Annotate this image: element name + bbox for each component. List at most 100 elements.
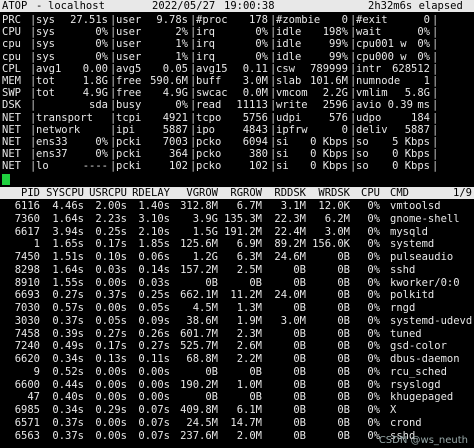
process-cell: 6600 [14,378,40,391]
process-row[interactable]: 6116 4.46s 2.00s 1.40s 312.8M 6.7M 3.1M 12.0K 0%… [0,200,474,212]
elapsed-text: 2h32m6s elapsed [368,0,463,12]
metric-key: idle [276,38,302,51]
process-cell: 0B [337,251,350,263]
process-row[interactable]: 6620 0.34s 0.13s 0.11s 68.8M 2.2M 0B 0B 0% dbus-d… [0,353,474,365]
process-cell: 0% [367,416,380,429]
process-cell: 0.37s [52,429,84,442]
process-row[interactable]: 1 1.65s 0.17s 1.85s 125.6M 6.9M 89.2M 156.0K 0% s… [0,238,474,250]
column-separator: | [432,148,439,161]
process-cell: 0B [293,391,306,404]
metric-value: 1.8G [82,75,108,87]
process-row[interactable]: 6985 0.34s 0.29s 0.07s 409.8M 6.1M 0B 0B 0% X [0,404,474,416]
column-header-rddsk[interactable]: RDDSK [274,187,306,199]
process-row[interactable]: 7458 0.39s 0.27s 0.26s 601.7M 2.3M 0B 0B 0% tuned [0,328,474,340]
process-row[interactable]: 7240 0.49s 0.17s 0.27s 525.7M 2.6M 0B 0B 0% gsd-c… [0,340,474,352]
date-text: 2022/05/27 [152,0,216,12]
metric-value: 0 Kbps [392,148,430,161]
column-separator: | [432,160,439,173]
process-command: rngd [390,302,416,314]
metric-value: 590.6M [150,75,188,87]
process-command: systemd [390,238,435,251]
process-cell: 0B [293,365,306,378]
column-header-vgrow[interactable]: VGROW [186,187,218,199]
metric-key: #proc [196,14,228,26]
metric-value: 4.9G [82,87,108,100]
metric-key: write [276,99,308,112]
process-row[interactable]: 6617 3.94s 0.25s 2.10s 1.5G 191.2M 22.4M 3.0M 0%… [0,226,474,238]
process-cell: 0.17s [95,238,127,251]
column-header-rgrow[interactable]: RGROW [230,187,262,199]
process-row[interactable]: 8910 1.55s 0.00s 0.03s 0B 0B 0B 0B 0% kworker/0:0 [0,277,474,289]
process-row[interactable]: 7360 1.64s 2.23s 3.10s 3.9G 135.3M 22.3M 6.2M 0%… [0,213,474,225]
process-cell: 6620 [14,353,40,365]
metric-value: 0% [95,136,108,148]
column-header-wrdsk[interactable]: WRDSK [318,187,350,199]
process-cell: 156.0K [312,238,350,251]
process-cell: 1.3M [236,302,262,314]
process-row[interactable]: 6571 0.37s 0.00s 0.07s 24.5M 14.7M 0B 0B 0% crond [0,417,474,429]
process-cell: 12.0K [318,200,350,212]
metric-value: 99% [329,38,348,51]
metric-key: so [356,136,369,148]
metric-key: vmlim [356,87,388,100]
metric-value: 5887 [162,123,188,136]
metric-key: #exit [356,14,388,26]
metric-key: #zombie [276,14,321,26]
metric-key: free [116,75,142,87]
process-row[interactable]: 7030 0.57s 0.00s 0.05s 4.5M 1.3M 0B 0B 0% rngd [0,302,474,314]
process-cell: 6116 [14,200,40,212]
process-row[interactable]: 3030 0.37s 0.05s 0.09s 38.6M 1.9M 3.0M 0B 0% syst… [0,315,474,327]
metric-value: 3.0M [242,75,268,87]
process-row[interactable]: 9 0.52s 0.00s 0.00s 0B 0B 0B 0B 0% rcu_sched [0,366,474,378]
process-row[interactable]: 47 0.40s 0.00s 0.00s 0B 0B 0B 0B 0% khugepaged [0,391,474,403]
metric-value: 0% [417,38,430,51]
process-cell: 0% [367,251,380,263]
sysrow-label: NET [2,123,21,136]
column-header-syscpu[interactable]: SYSCPU [46,187,84,199]
metric-key: irq [196,50,215,63]
process-row[interactable]: 6600 0.44s 0.00s 0.00s 190.2M 1.0M 0B 0B 0% rsysl… [0,379,474,391]
process-cell: 0% [367,391,380,404]
metric-key: user [116,14,142,26]
process-cell: 0.57s [52,302,84,314]
column-header-cpu[interactable]: CPU [361,187,380,199]
process-cell: 0B [337,404,350,416]
host-name: localhost [48,0,105,12]
process-cell: 0.34s [52,353,84,365]
process-row[interactable]: 7450 1.51s 0.10s 0.06s 1.2G 6.3M 24.6M 0B 0% puls… [0,251,474,263]
process-cell: 38.6M [186,314,218,327]
metric-key: si [276,136,289,148]
metric-value: 5 Kbps [392,136,430,148]
column-header-usrcpu[interactable]: USRCPU [89,187,127,199]
metric-value: 102 [249,160,268,173]
process-cell: 0% [367,404,380,416]
process-cell: 0% [367,225,380,238]
sysrow-label: PRC [2,14,21,26]
metric-value: 0 Kbps [392,160,430,173]
process-cell: 6563 [14,429,40,442]
process-cell: 0.40s [52,391,84,404]
process-cell: 2.0M [236,429,262,442]
metric-key: ipfrw [276,123,308,136]
metric-value: 0 [341,123,348,136]
app-name: ATOP [2,0,28,12]
process-cell: 0B [337,340,350,353]
process-row[interactable]: 8298 1.64s 0.03s 0.14s 157.2M 2.5M 0B 0B 0% sshd [0,264,474,276]
process-cell: 662.1M [180,289,218,302]
metric-value: 380 [249,148,268,161]
column-header-cmd[interactable]: CMD [390,187,409,199]
metric-value: 0% [255,26,268,39]
metric-key: avio 0.39 [356,99,413,112]
column-header-pid[interactable]: PID [21,187,40,199]
column-header-rdelay[interactable]: RDELAY [132,187,170,199]
process-cell: 2.2M [236,353,262,365]
process-row[interactable]: 6693 0.27s 0.37s 0.25s 662.1M 11.2M 24.0M 0B 0% p… [0,289,474,301]
process-cell: 0.25s [138,289,170,302]
column-separator: | [432,75,439,87]
metric-key: avg1 [36,62,62,75]
process-cell: 3.1M [280,200,306,212]
process-cell: 9 [33,365,40,378]
process-cell: 8910 [14,276,40,289]
process-cell: 0B [337,416,350,429]
process-cell: 0.07s [138,404,170,416]
